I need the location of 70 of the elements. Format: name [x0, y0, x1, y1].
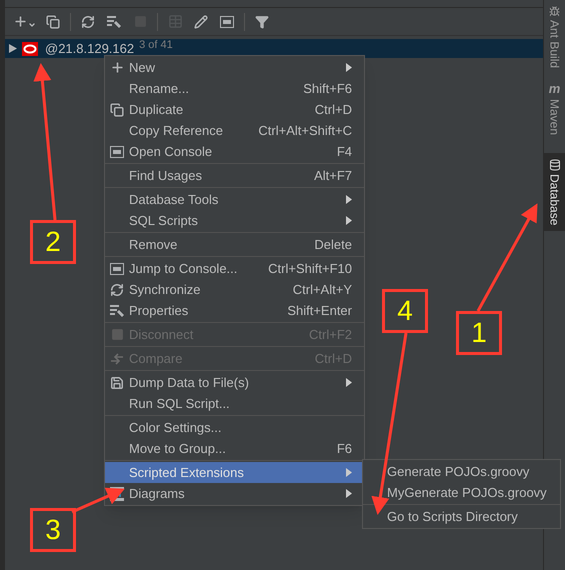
shortcut-label: Ctrl+Shift+F10: [268, 260, 352, 278]
database-wrench-icon: [106, 14, 122, 28]
menu-item[interactable]: Diagrams: [105, 483, 364, 504]
arrow: [71, 488, 125, 514]
shortcut-label: F6: [336, 440, 352, 458]
menu-item[interactable]: SQL Scripts: [105, 210, 364, 231]
submenu-arrow-icon: [346, 195, 352, 204]
submenu-arrow-icon: [346, 468, 352, 477]
shortcut-label: Ctrl+Alt+Y: [292, 280, 352, 299]
table-count: 3 of 41: [139, 38, 173, 54]
side-tab[interactable]: Database: [544, 153, 565, 232]
maven-icon: m: [548, 82, 560, 96]
submenu-arrow-icon: [346, 63, 352, 72]
shortcut-label: Ctrl+Alt+Shift+C: [258, 122, 352, 140]
plus-icon: [110, 60, 124, 75]
shortcut-label: Ctrl+D: [314, 100, 352, 119]
menu-item[interactable]: Jump to Console... Ctrl+Shift+F10: [105, 258, 364, 279]
menu-item[interactable]: Find Usages Alt+F7: [105, 165, 364, 186]
save-icon: [110, 376, 124, 390]
pencil-icon: [194, 14, 208, 28]
menu-item[interactable]: New: [105, 57, 364, 78]
submenu-arrow-icon: [346, 489, 352, 498]
menu-item[interactable]: Open Console F4: [105, 141, 364, 162]
connection-label: @21.8.129.162: [45, 40, 134, 58]
submenu-arrow-icon: [346, 378, 352, 387]
side-tab[interactable]: m Maven: [544, 76, 565, 142]
side-tab[interactable]: Ant Build: [544, 0, 565, 74]
menu-item[interactable]: Properties Shift+Enter: [105, 300, 364, 321]
refresh-icon: [110, 282, 124, 296]
shortcut-label: Shift+Enter: [287, 302, 352, 320]
menu-item[interactable]: MyGenerate POJOs.groovy: [363, 482, 560, 503]
plus-icon: [13, 14, 36, 29]
database-wrench-icon: [109, 304, 125, 318]
shortcut-label: Alt+F7: [314, 166, 352, 185]
annotation-box: 4: [382, 289, 428, 333]
menu-item[interactable]: Run SQL Script...: [105, 393, 364, 414]
diagram-icon: [110, 486, 124, 500]
bug-icon: [549, 6, 560, 17]
annotation-box: 3: [30, 508, 76, 552]
menu-item[interactable]: Synchronize Ctrl+Alt+Y: [105, 279, 364, 300]
tree-row[interactable]: @21.8.129.162 3 of 41: [5, 39, 543, 58]
arrows-icon: [110, 352, 124, 366]
filter-icon: [255, 14, 269, 28]
menu-item[interactable]: Go to Scripts Directory: [363, 506, 560, 527]
menu-item[interactable]: Duplicate Ctrl+D: [105, 99, 364, 120]
copy-icon: [46, 14, 60, 28]
console-icon: [110, 146, 124, 158]
submenu-arrow-icon: [346, 216, 352, 225]
annotation-box: 1: [456, 311, 502, 355]
menu-item[interactable]: Rename... Shift+F6: [105, 78, 364, 99]
menu-item[interactable]: Copy Reference Ctrl+Alt+Shift+C: [105, 120, 364, 141]
shortcut-label: F4: [336, 142, 352, 161]
oval-icon: [22, 42, 38, 56]
menu-item[interactable]: Move to Group... F6: [105, 438, 364, 459]
stop-icon: [110, 328, 124, 341]
copy-icon: [110, 102, 124, 116]
menu-item[interactable]: Database Tools: [105, 189, 364, 210]
expand-arrow-icon: [9, 44, 17, 53]
console-icon: [220, 16, 234, 28]
database-icon: [548, 159, 560, 172]
menu-item[interactable]: Dump Data to File(s): [105, 372, 364, 393]
shortcut-label: Delete: [314, 236, 352, 254]
refresh-icon: [81, 14, 95, 28]
menu-item[interactable]: Remove Delete: [105, 234, 364, 255]
shortcut-label: Shift+F6: [303, 80, 352, 98]
annotation-box: 2: [30, 220, 76, 264]
menu-item[interactable]: Color Settings...: [105, 417, 364, 438]
menu-item[interactable]: Scripted Extensions: [105, 462, 364, 483]
console-icon: [110, 262, 124, 274]
menu-item[interactable]: Generate POJOs.groovy: [363, 461, 560, 482]
